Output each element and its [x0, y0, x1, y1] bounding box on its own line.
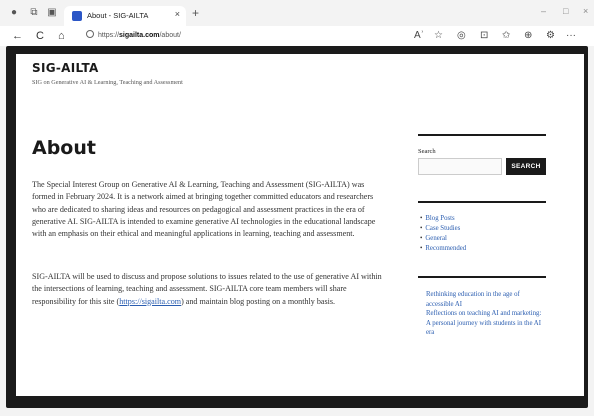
tab-close-icon[interactable]: ×: [175, 9, 180, 19]
favicon-icon: [72, 11, 82, 21]
sidebar-divider: [418, 276, 546, 278]
site-link[interactable]: https://sigailta.com: [119, 297, 181, 306]
close-window-button[interactable]: ×: [583, 6, 588, 16]
recent-posts-list: Rethinking education in the age of acces…: [426, 290, 546, 338]
sidebar-divider: [418, 201, 546, 203]
back-button[interactable]: ←: [12, 29, 23, 43]
read-aloud-icon[interactable]: Aʾ: [414, 30, 424, 42]
favorites-icon[interactable]: ✩: [502, 30, 510, 42]
active-tab[interactable]: About - SIG-AILTA ×: [64, 6, 186, 26]
more-menu-icon[interactable]: ···: [566, 30, 576, 42]
site-title[interactable]: SIG-AILTA: [32, 61, 99, 75]
site-description: SIG on Generative AI & Learning, Teachin…: [32, 79, 183, 86]
copilot-icon[interactable]: ◎: [457, 30, 466, 42]
search-button[interactable]: SEARCH: [506, 158, 546, 175]
collections-icon[interactable]: ⊕: [524, 30, 532, 42]
categories-list: • Blog Posts • Case Studies • General • Reco…: [420, 214, 466, 254]
profile-icon[interactable]: ●: [8, 7, 20, 19]
about-paragraph-1: The Special Interest Group on Generative…: [32, 180, 376, 239]
category-item[interactable]: • Recommended: [420, 244, 466, 254]
tab-title: About - SIG-AILTA: [87, 11, 149, 20]
category-item[interactable]: • Blog Posts: [420, 214, 466, 224]
address-bar[interactable]: https://sigailta.com/about/: [78, 29, 396, 43]
reload-button[interactable]: C: [36, 29, 44, 43]
about-paragraph-2: SIG-AILTA will be used to discuss and pr…: [32, 272, 382, 306]
maximize-button[interactable]: □: [563, 6, 568, 16]
recent-post-link[interactable]: Rethinking education in the age of acces…: [426, 290, 546, 309]
new-tab-button[interactable]: +: [192, 7, 199, 19]
url-text: https://sigailta.com/about/: [98, 32, 181, 39]
search-label: Search: [418, 148, 436, 155]
workspaces-icon[interactable]: ⧉: [28, 7, 40, 19]
minimize-button[interactable]: –: [541, 6, 546, 16]
lock-icon[interactable]: [86, 30, 94, 38]
tab-actions-icon[interactable]: ▣: [46, 7, 58, 19]
category-item[interactable]: • General: [420, 234, 466, 244]
sidebar-divider: [418, 134, 546, 136]
recent-post-link[interactable]: Reflections on teaching AI and marketing…: [426, 309, 546, 338]
split-screen-icon[interactable]: ⊡: [480, 30, 488, 42]
page-title: About: [32, 137, 96, 159]
browser-toolbar: ← C ⌂ https://sigailta.com/about/ Aʾ ☆ ◎…: [0, 26, 594, 46]
search-input[interactable]: [418, 158, 502, 175]
home-button[interactable]: ⌂: [58, 29, 65, 43]
tab-strip: ● ⧉ ▣ About - SIG-AILTA × + – □ ×: [0, 0, 594, 26]
extensions-icon[interactable]: ⚙: [546, 30, 555, 42]
category-item[interactable]: • Case Studies: [420, 224, 466, 234]
favorite-star-icon[interactable]: ☆: [434, 30, 443, 42]
